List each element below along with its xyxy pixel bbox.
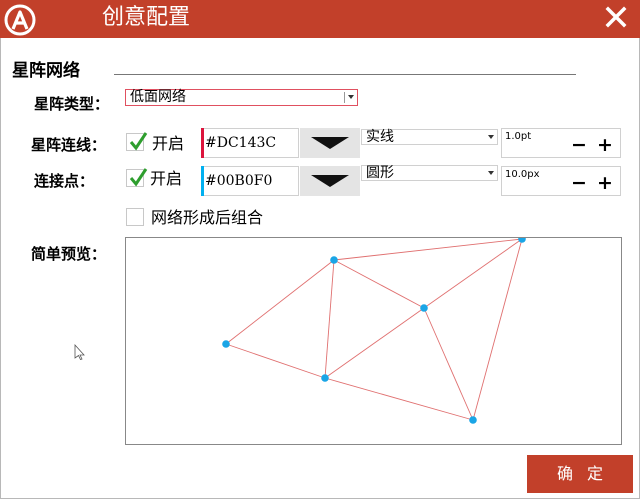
line-color-dropdown-button[interactable] bbox=[300, 128, 360, 158]
lines-enabled-label: 开启 bbox=[152, 134, 185, 153]
triangle-down-icon bbox=[311, 137, 349, 149]
points-enabled-checkbox[interactable] bbox=[126, 168, 148, 187]
close-icon[interactable] bbox=[602, 3, 630, 31]
select-separator bbox=[344, 92, 345, 103]
line-width-value: 1.0pt bbox=[505, 131, 532, 142]
app-logo-icon bbox=[4, 4, 36, 36]
line-color-input[interactable]: #DC143C bbox=[201, 128, 299, 158]
section-divider bbox=[114, 74, 576, 75]
checkmark-icon bbox=[129, 168, 148, 187]
network-type-value: 低面网络 bbox=[130, 89, 186, 105]
point-color-dropdown-button[interactable] bbox=[300, 166, 360, 196]
points-label: 连接点： bbox=[34, 172, 95, 190]
point-shape-select[interactable]: 圆形 bbox=[361, 165, 498, 181]
lines-enabled-checkbox[interactable] bbox=[126, 132, 148, 151]
section-title: 星阵网络 bbox=[12, 61, 80, 81]
line-style-select[interactable]: 实线 bbox=[361, 129, 498, 145]
preview-label: 简单预览： bbox=[31, 245, 107, 263]
group-after-checkbox[interactable] bbox=[126, 208, 144, 226]
chevron-down-icon bbox=[348, 95, 354, 99]
line-width-plus-button[interactable]: + bbox=[596, 134, 614, 156]
points-enabled-label: 开启 bbox=[150, 169, 183, 188]
type-label: 星阵类型： bbox=[34, 95, 110, 113]
point-color-value: #00B0F0 bbox=[205, 173, 273, 189]
preview-canvas bbox=[125, 237, 622, 445]
network-type-select[interactable]: 低面网络 bbox=[125, 89, 358, 106]
point-shape-value: 圆形 bbox=[366, 165, 394, 181]
line-color-value: #DC143C bbox=[205, 135, 277, 151]
point-color-input[interactable]: #00B0F0 bbox=[201, 166, 299, 196]
point-color-swatch bbox=[201, 166, 204, 196]
point-size-minus-button[interactable]: − bbox=[570, 172, 588, 194]
lines-label: 星阵连线： bbox=[31, 136, 107, 154]
window-title: 创意配置 bbox=[102, 5, 191, 30]
title-bar: 创意配置 bbox=[0, 0, 640, 38]
chevron-down-icon bbox=[488, 135, 494, 139]
triangle-down-icon bbox=[311, 175, 349, 187]
checkmark-icon bbox=[129, 132, 148, 151]
point-size-value: 10.0px bbox=[505, 169, 540, 180]
group-after-label: 网络形成后组合 bbox=[151, 208, 264, 227]
cursor-icon bbox=[74, 344, 85, 360]
line-style-value: 实线 bbox=[366, 129, 394, 145]
line-color-swatch bbox=[201, 128, 204, 158]
point-size-plus-button[interactable]: + bbox=[596, 172, 614, 194]
chevron-down-icon bbox=[488, 171, 494, 175]
ok-button[interactable]: 确定 bbox=[527, 455, 633, 493]
preview-network-graphic bbox=[222, 238, 526, 424]
line-width-minus-button[interactable]: − bbox=[570, 134, 588, 156]
